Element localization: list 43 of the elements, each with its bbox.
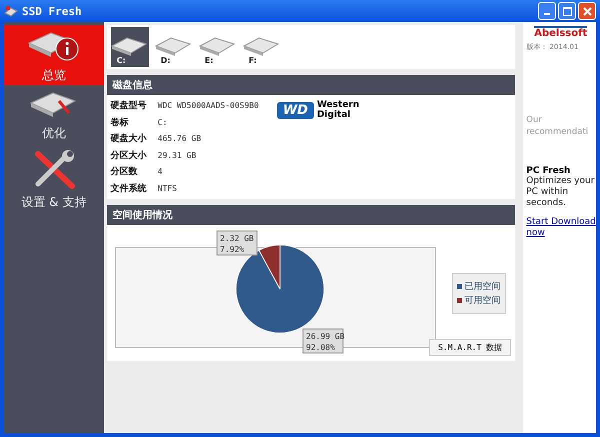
- info-value: NTFS: [158, 184, 177, 193]
- sidebar-item[interactable]: 总览: [4, 25, 104, 85]
- info-label: 硬盘大小: [110, 132, 148, 146]
- window-title: SSD Fresh: [22, 4, 82, 18]
- download-link[interactable]: Start Download now: [526, 217, 596, 239]
- drive-tile[interactable]: C:: [110, 27, 149, 67]
- section-header: 磁盘信息: [106, 75, 516, 95]
- product-description: Optimizes your PC within seconds.: [526, 176, 596, 209]
- recommendation-heading: Our recommendati: [526, 114, 590, 138]
- maximize-button[interactable]: [558, 2, 576, 20]
- close-icon: [582, 6, 592, 16]
- drive-icon: [110, 36, 147, 56]
- data-label: 2.32 GB 7.92%: [216, 230, 258, 256]
- legend-label: 已用空间: [464, 280, 501, 292]
- product-name: PC Fresh: [526, 166, 572, 176]
- info-label: 卷标: [110, 116, 130, 129]
- maximize-icon: [562, 6, 572, 16]
- info-value: 29.31 GB: [158, 150, 196, 160]
- drive-icon: [198, 36, 235, 56]
- drive-tile[interactable]: D:: [154, 27, 193, 67]
- data-label: 26.99 GB 92.08%: [302, 328, 344, 354]
- minimize-button[interactable]: [538, 2, 556, 20]
- brand-logo-text: Abelssoft: [534, 26, 588, 39]
- close-button[interactable]: [578, 2, 596, 20]
- drive-tile[interactable]: E:: [198, 27, 237, 67]
- sidebar-item[interactable]: 设置 & 支持: [4, 145, 104, 215]
- info-label: 硬盘型号: [110, 100, 148, 112]
- drive-tile[interactable]: F:: [242, 27, 281, 67]
- info-value: WDC WD5000AADS-00S9B0: [158, 101, 259, 110]
- info-label: 分区大小: [110, 149, 148, 162]
- smart-data-button[interactable]: S.M.A.R.T 数据: [429, 339, 512, 356]
- info-value: 4: [158, 167, 162, 176]
- drive-icon: [242, 36, 279, 56]
- legend-label: 可用空间: [464, 294, 501, 306]
- minimize-icon: [544, 13, 550, 15]
- sidebar-item[interactable]: 优化: [4, 85, 104, 145]
- info-value: 465.76 GB: [158, 134, 202, 144]
- drive-icon: [154, 36, 191, 56]
- info-value: C:: [158, 118, 168, 127]
- section-header: 空间使用情况: [106, 205, 516, 225]
- app-icon: [4, 5, 18, 17]
- info-label: 分区数: [110, 166, 139, 178]
- info-label: 文件系统: [110, 182, 148, 195]
